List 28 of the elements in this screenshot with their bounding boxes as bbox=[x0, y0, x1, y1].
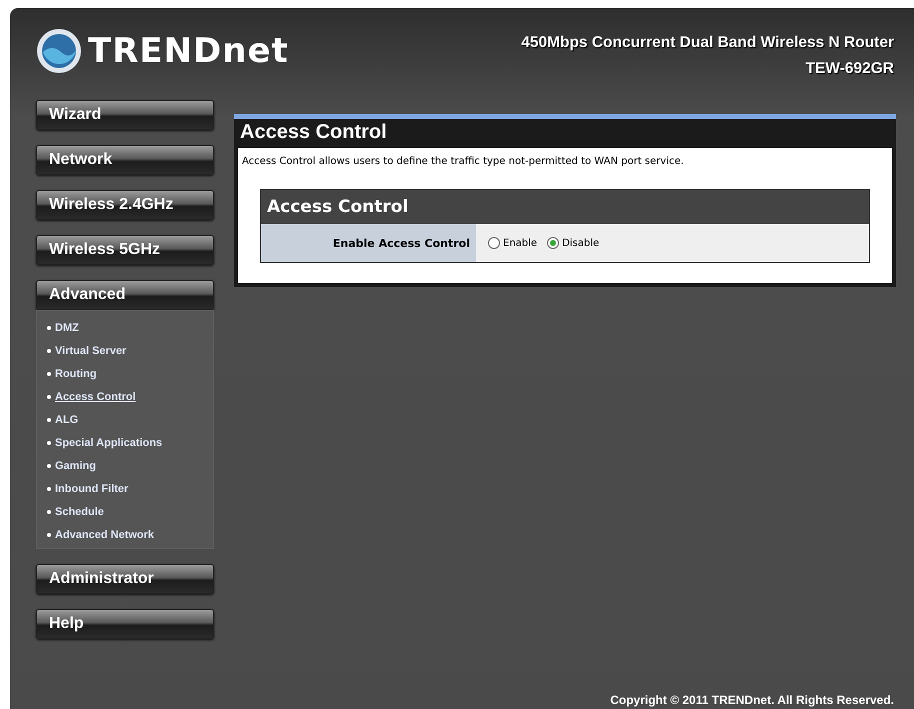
submenu-link[interactable]: Advanced Network bbox=[47, 526, 154, 544]
menu-button[interactable]: Network bbox=[36, 145, 214, 175]
submenu-link[interactable]: Special Applications bbox=[47, 434, 162, 452]
submenu-link[interactable]: Schedule bbox=[47, 503, 104, 521]
menu-button[interactable]: Wizard bbox=[36, 100, 214, 130]
model-number: TEW-692GR bbox=[806, 60, 894, 78]
page-title: Access Control bbox=[240, 121, 387, 143]
menu-button[interactable]: Help bbox=[36, 609, 214, 639]
menu-button[interactable]: Wireless 2.4GHz bbox=[36, 190, 214, 220]
globe-logo-icon bbox=[36, 28, 82, 74]
submenu-link[interactable]: Routing bbox=[47, 365, 97, 383]
submenu-link[interactable]: ALG bbox=[47, 411, 78, 429]
radio-option[interactable]: Enable bbox=[488, 237, 538, 249]
submenu-link[interactable]: Virtual Server bbox=[47, 342, 126, 360]
submenu-link[interactable]: DMZ bbox=[47, 319, 79, 337]
submenu-link[interactable]: Access Control bbox=[47, 388, 136, 406]
description-text: Access Control allows users to define the traffic type not-permitted to WAN port service. bbox=[242, 156, 685, 167]
brand-name: TRENDnet bbox=[88, 31, 289, 71]
field-label: Enable Access Control bbox=[261, 224, 476, 262]
copyright-text: Copyright © 2011 TRENDnet. All Rights Reserved. bbox=[610, 693, 894, 707]
submenu-link[interactable]: Gaming bbox=[47, 457, 96, 475]
section-title: Access Control bbox=[267, 197, 408, 217]
menu-button[interactable]: Administrator bbox=[36, 564, 214, 594]
menu-button[interactable]: Wireless 5GHz bbox=[36, 235, 214, 265]
product-name: 450Mbps Concurrent Dual Band Wireless N Router bbox=[521, 34, 894, 52]
menu-button[interactable]: Advanced bbox=[36, 280, 214, 310]
radio-option[interactable]: Disable bbox=[547, 237, 600, 249]
submenu-link[interactable]: Inbound Filter bbox=[47, 480, 128, 498]
